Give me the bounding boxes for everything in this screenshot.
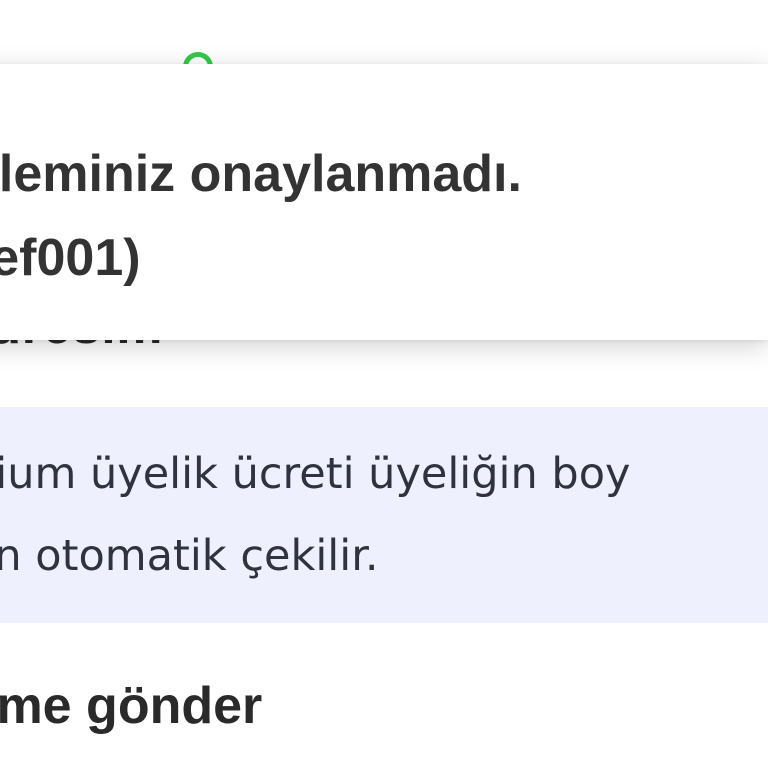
toast-message: şleminiz onaylanmadı. bbox=[0, 145, 522, 203]
membership-info-box: nium üyelik ücreti üyeliğin boy an otoma… bbox=[0, 407, 768, 623]
toast-reference: ref001) bbox=[0, 229, 141, 287]
info-text-line: an otomatik çekilir. bbox=[0, 531, 379, 581]
screen: adresim nium üyelik ücreti üyeliğin boy … bbox=[0, 0, 768, 768]
error-toast[interactable]: şleminiz onaylanmadı. ref001) bbox=[0, 64, 768, 340]
send-section-heading[interactable]: lme gönder bbox=[0, 676, 262, 736]
info-text-line: nium üyelik ücreti üyeliğin boy bbox=[0, 449, 631, 499]
